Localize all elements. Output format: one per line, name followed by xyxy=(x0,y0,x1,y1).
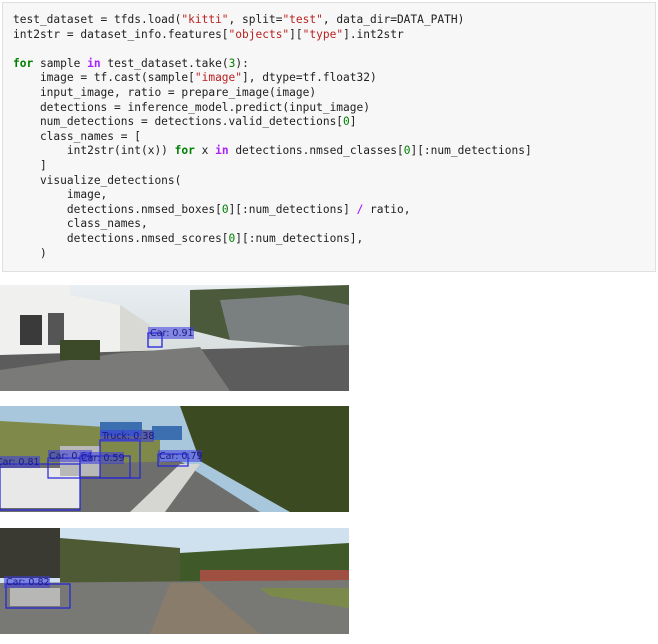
code-token: test_dataset = tfds.load( xyxy=(13,13,182,26)
code-token: ratio, xyxy=(363,202,411,216)
code-token: "image" xyxy=(194,71,243,85)
code-token: input_image, ratio = prepare_image(image… xyxy=(13,85,317,99)
code-token: test_dataset.take( xyxy=(100,56,229,70)
code-line: detections = inference_model.predict(inp… xyxy=(13,101,370,114)
detection-output-image-1: Car: 0.91 xyxy=(0,285,349,391)
code-line: image, xyxy=(13,188,107,201)
detection-label: Car: 0.81 xyxy=(0,457,40,468)
code-token: ].int2str xyxy=(343,27,404,41)
code-token: "type" xyxy=(302,27,344,41)
code-cell[interactable]: test_dataset = tfds.load("kitti", split=… xyxy=(2,2,656,272)
code-line: visualize_detections( xyxy=(13,174,181,187)
code-token: x xyxy=(194,144,216,158)
code-token: class_names = [ xyxy=(13,129,141,143)
code-token: class_names, xyxy=(13,217,148,231)
code-token: for xyxy=(174,144,195,158)
detection-label: Car: 0.59 xyxy=(81,453,125,464)
code-line: image = tf.cast(sample["image"], dtype=t… xyxy=(13,71,377,84)
code-line: class_names = [ xyxy=(13,130,141,143)
code-token: image = tf.cast(sample[ xyxy=(13,71,195,85)
code-token: "test" xyxy=(282,13,323,26)
code-token: in xyxy=(87,56,101,70)
code-token: ], dtype=tf.float32) xyxy=(242,71,377,85)
detection-output-image-2: Truck: 0.38 Car: 0.81 Car: 0.64 Car: 0.5… xyxy=(0,406,349,512)
code-line: num_detections = detections.valid_detect… xyxy=(13,115,357,128)
code-line: int2str = dataset_info.features["objects… xyxy=(13,28,404,41)
code-token: sample xyxy=(33,56,88,70)
code-token: image, xyxy=(13,188,108,202)
code-editor[interactable]: test_dataset = tfds.load("kitti", split=… xyxy=(13,13,532,261)
detection-output-image-3: Car: 0.82 xyxy=(0,528,349,634)
detection-label: Car: 0.82 xyxy=(6,577,50,588)
code-token: detections = inference_model.predict(inp… xyxy=(13,100,370,114)
code-token: ] xyxy=(13,158,47,172)
code-line: test_dataset = tfds.load("kitti", split=… xyxy=(13,13,464,26)
code-token: int2str(int(x)) xyxy=(13,144,175,158)
code-line: for sample in test_dataset.take(3): xyxy=(13,57,249,70)
code-token: in xyxy=(215,144,229,158)
code-line: int2str(int(x)) for x in detections.nmse… xyxy=(13,144,532,157)
code-token: ) xyxy=(13,246,47,260)
code-token: detections.nmsed_boxes[ xyxy=(13,202,222,216)
code-token: ] xyxy=(349,115,357,129)
code-line: input_image, ratio = prepare_image(image… xyxy=(13,86,316,99)
detection-label: Truck: 0.38 xyxy=(101,431,154,442)
code-token: ][:num_detections] xyxy=(410,144,532,158)
code-token: ][:num_detections], xyxy=(235,231,364,245)
code-token: ][:num_detections] xyxy=(228,202,357,216)
code-token: visualize_detections( xyxy=(13,173,182,187)
code-line: ] xyxy=(13,159,47,172)
code-token: num_detections = detections.valid_detect… xyxy=(13,115,344,129)
code-line: class_names, xyxy=(13,217,148,230)
code-token: "kitti" xyxy=(181,13,229,26)
code-line: detections.nmsed_scores[0][:num_detectio… xyxy=(13,232,363,245)
code-token: , data_dir=DATA_PATH) xyxy=(322,13,465,26)
code-token: 0 xyxy=(343,115,350,129)
detection-label: Car: 0.91 xyxy=(150,328,194,339)
code-token: for xyxy=(13,56,34,70)
code-token: ][ xyxy=(289,27,303,41)
code-token: int2str = dataset_info.features[ xyxy=(13,27,229,41)
code-token: detections.nmsed_scores[ xyxy=(13,231,229,245)
code-token: 0 xyxy=(221,202,229,216)
code-line: detections.nmsed_boxes[0][:num_detection… xyxy=(13,202,411,216)
code-token: , split= xyxy=(228,13,283,26)
code-token: ): xyxy=(235,56,249,70)
code-token: "objects" xyxy=(228,27,290,41)
code-line: ) xyxy=(13,247,47,260)
detection-label: Car: 0.79 xyxy=(159,451,203,462)
code-token: detections.nmsed_classes[ xyxy=(228,144,404,158)
